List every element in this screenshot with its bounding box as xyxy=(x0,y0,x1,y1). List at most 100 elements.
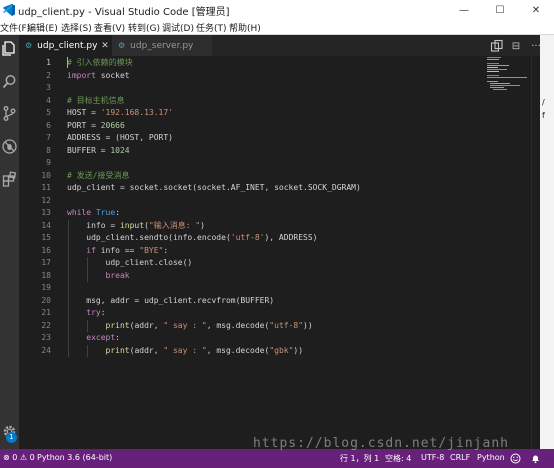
menu-debug[interactable]: 调试(D) xyxy=(162,21,194,34)
tab-udp-client[interactable]: ⚙ udp_client.py ✕ xyxy=(19,35,112,56)
code-token: "BYE" xyxy=(139,245,164,255)
menu-file[interactable]: 文件(F) xyxy=(0,21,30,34)
code-token: 20666 xyxy=(100,120,125,130)
code-line: import socket xyxy=(67,70,130,82)
code-line: while True: xyxy=(67,207,120,219)
code-token: print xyxy=(105,345,130,355)
line-number: 19 xyxy=(41,283,51,292)
code-token: " say : " xyxy=(163,345,207,355)
code-line: msg, addr = udp_client.recvfrom(BUFFER) xyxy=(67,295,274,307)
errors-indicator[interactable]: ⊗ 0 ⚠ 0 xyxy=(3,453,35,462)
line-number: 12 xyxy=(41,195,51,205)
line-number: 18 xyxy=(41,270,51,280)
line-number: 13 xyxy=(41,208,51,217)
line-number: 17 xyxy=(41,258,51,267)
code-token: msg, addr = udp_client.recvfrom(BUFFER) xyxy=(67,295,275,305)
code-token: print xyxy=(105,320,130,330)
line-number: 9 xyxy=(46,158,51,167)
minimap[interactable] xyxy=(487,56,531,92)
code-line: break xyxy=(67,270,130,282)
split-editor-icon[interactable]: ⊟ xyxy=(509,39,523,53)
tab-label: udp_client.py xyxy=(37,40,98,51)
background-window-edge: / f xyxy=(540,35,554,449)
code-token: " say : " xyxy=(163,320,207,330)
indent-guide xyxy=(87,344,89,357)
code-token: : xyxy=(100,308,106,317)
code-token: : xyxy=(115,208,121,217)
code-token: "utf-8" xyxy=(269,320,304,330)
indent-guide xyxy=(68,219,69,357)
cursor-position[interactable]: 行 1，列 1 xyxy=(340,453,379,464)
warning-count: 0 xyxy=(29,453,35,462)
search-icon[interactable] xyxy=(1,73,18,90)
code-token: while xyxy=(67,208,92,217)
menu-edit[interactable]: 编辑(E) xyxy=(27,21,58,34)
code-token: (addr, xyxy=(129,345,164,355)
debug-icon[interactable] xyxy=(1,138,18,155)
source-control-icon[interactable] xyxy=(1,105,18,122)
code-line: PORT = 20666 xyxy=(67,120,125,132)
indentation[interactable]: 空格: 4 xyxy=(385,453,411,464)
code-token: udp_client.close() xyxy=(67,258,193,267)
close-window-button[interactable]: ✕ xyxy=(518,0,554,20)
code-token: BUFFER = xyxy=(67,145,111,155)
code-token: # 发送/接受消息 xyxy=(67,170,130,180)
file-encoding[interactable]: UTF-8 xyxy=(421,453,444,462)
code-token: socket xyxy=(95,70,130,80)
code-token: ) xyxy=(200,220,205,230)
vertical-scrollbar[interactable] xyxy=(531,56,540,449)
python-interpreter[interactable]: Python 3.6 (64-bit) xyxy=(37,453,112,462)
line-number: 1 xyxy=(46,58,51,67)
indent-guide xyxy=(87,319,89,332)
code-line: udp_client = socket.socket(socket.AF_INE… xyxy=(67,182,361,194)
background-glyph: f xyxy=(542,111,545,120)
editor-tabs: ⚙ udp_client.py ✕ ⚙ udp_server.py ⊟ ··· xyxy=(19,35,554,56)
status-bar: ⊗ 0 ⚠ 0 Python 3.6 (64-bit) 行 1，列 1 空格: … xyxy=(0,449,554,468)
settings-update-badge: 1 xyxy=(6,432,17,443)
line-number: 23 xyxy=(41,333,51,342)
code-editor[interactable]: 1 2 3 4 5 6 7 8 9 10 11 12 13 14 15 16 17 18 19 20 21 22 23 24 … xyxy=(19,56,540,449)
menu-tasks[interactable]: 任务(T) xyxy=(196,21,227,34)
extensions-icon[interactable] xyxy=(1,171,18,188)
code-token: '192.168.13.17' xyxy=(100,108,173,117)
feedback-smiley-icon[interactable] xyxy=(510,453,521,464)
code-token: (addr, xyxy=(129,320,164,330)
notifications-bell-icon[interactable] xyxy=(530,453,541,464)
code-token: # 目标主机信息 xyxy=(67,95,125,105)
code-token: except xyxy=(86,333,116,342)
close-tab-icon[interactable]: ✕ xyxy=(98,41,112,51)
tab-udp-server[interactable]: ⚙ udp_server.py xyxy=(112,35,212,56)
line-number: 21 xyxy=(41,308,51,317)
code-token: ), ADDRESS) xyxy=(264,233,318,242)
error-count: 0 xyxy=(12,453,18,462)
code-line: HOST = '192.168.13.17' xyxy=(67,107,173,119)
code-line: except: xyxy=(67,332,120,344)
menu-bar: 文件(F) 编辑(E) 选择(S) 查看(V) 转到(G) 调试(D) 任务(T… xyxy=(0,20,554,35)
line-number: 15 xyxy=(41,233,51,242)
code-token: PORT = xyxy=(67,120,101,130)
python-file-icon: ⚙ xyxy=(25,41,33,50)
code-token: break xyxy=(105,270,130,280)
code-token: info = xyxy=(67,220,120,230)
code-token: try xyxy=(86,308,101,317)
minimize-button[interactable]: — xyxy=(446,0,482,20)
menu-view[interactable]: 查看(V) xyxy=(94,21,125,34)
code-token: , msg.decode( xyxy=(206,345,270,355)
code-line: udp_client.sendto(info.encode('utf-8'), … xyxy=(67,232,317,244)
menu-go[interactable]: 转到(G) xyxy=(128,21,160,34)
language-mode[interactable]: Python xyxy=(477,453,505,462)
line-ending[interactable]: CRLF xyxy=(450,453,470,462)
menu-selection[interactable]: 选择(S) xyxy=(61,21,92,34)
files-icon[interactable] xyxy=(1,40,18,57)
maximize-button[interactable]: ☐ xyxy=(482,0,518,20)
code-line: # 发送/接受消息 xyxy=(67,170,129,182)
open-changes-icon[interactable] xyxy=(490,39,504,53)
code-line: udp_client.close() xyxy=(67,257,193,269)
line-number: 11 xyxy=(41,183,51,192)
code-token: if xyxy=(86,245,96,255)
menu-help[interactable]: 帮助(H) xyxy=(229,21,261,34)
code-token: "gbk" xyxy=(269,345,294,355)
